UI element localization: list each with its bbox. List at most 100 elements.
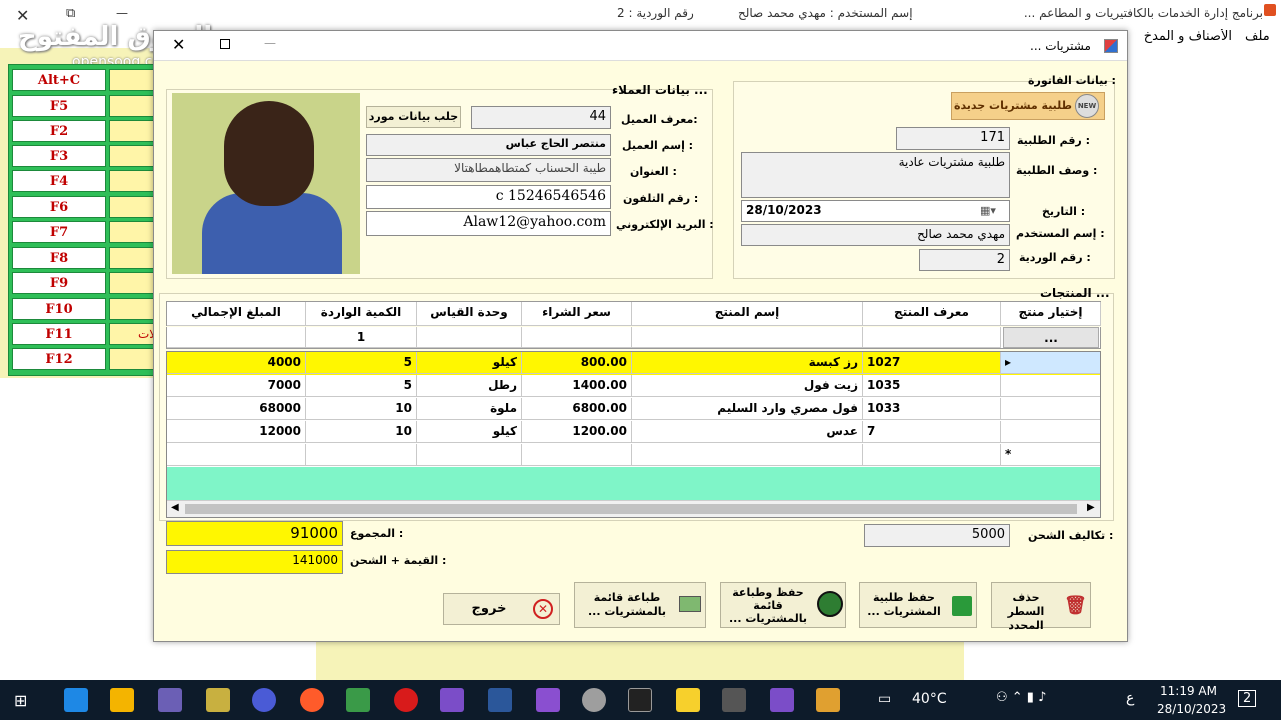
- table-row[interactable]: 7 عدس 1200.00 كيلو 10 12000: [167, 421, 1100, 444]
- windows-start-icon[interactable]: ⊞: [14, 691, 27, 710]
- fkey-f7[interactable]: F7: [12, 221, 106, 243]
- cell-unit[interactable]: ملوة: [417, 398, 522, 420]
- value-plus-shipping-field[interactable]: 141000: [166, 550, 343, 574]
- phone-field[interactable]: c 15246546546: [366, 185, 611, 209]
- table-new-row[interactable]: *: [167, 444, 1100, 467]
- save-order-button[interactable]: حفظ طلبية المشتريات ...: [859, 582, 977, 628]
- customer-name-field[interactable]: منتصر الحاج عباس: [366, 134, 611, 156]
- cell-qty[interactable]: 10: [306, 398, 417, 420]
- app-green-icon[interactable]: [346, 688, 370, 712]
- vs-icon[interactable]: [536, 688, 560, 712]
- vs-icon-2[interactable]: [770, 688, 794, 712]
- clock-date[interactable]: 28/10/2023: [1157, 702, 1226, 716]
- cell-total[interactable]: 4000: [167, 352, 306, 374]
- tool-icon[interactable]: [206, 688, 230, 712]
- sticky-notes-icon[interactable]: [676, 688, 700, 712]
- row-selector[interactable]: [1001, 375, 1100, 397]
- cell-price[interactable]: 1400.00: [522, 375, 632, 397]
- user-field[interactable]: مهدي محمد صالح: [741, 224, 1010, 246]
- browser-icon[interactable]: [300, 688, 324, 712]
- select-product-button[interactable]: ...: [1003, 327, 1099, 348]
- entry-qty-cell[interactable]: 1: [306, 327, 417, 348]
- fkey-f3[interactable]: F3: [12, 145, 106, 167]
- col-header-price[interactable]: سعر الشراء: [522, 302, 632, 326]
- row-selector-arrow-icon[interactable]: ▸: [1001, 352, 1100, 374]
- fkey-f2[interactable]: F2: [12, 120, 106, 142]
- cell-name[interactable]: رز كبسة: [632, 352, 863, 374]
- vs-purple-icon[interactable]: [440, 688, 464, 712]
- cell-total[interactable]: 12000: [167, 421, 306, 443]
- fkey-f9[interactable]: F9: [12, 272, 106, 294]
- calculator-icon[interactable]: [722, 688, 746, 712]
- cell-unit[interactable]: رطل: [417, 375, 522, 397]
- cell-id[interactable]: 1033: [863, 398, 1001, 420]
- cell-name[interactable]: فول مصري وارد السليم: [632, 398, 863, 420]
- col-header-qty[interactable]: الكمية الواردة: [306, 302, 417, 326]
- entry-cell[interactable]: [632, 327, 863, 348]
- scroll-left-icon[interactable]: ◀: [171, 502, 179, 513]
- close-icon[interactable]: ✕: [172, 35, 185, 54]
- new-row-cell[interactable]: [306, 444, 417, 466]
- clock-time[interactable]: 11:19 AM: [1160, 684, 1217, 698]
- cell-unit[interactable]: كيلو: [417, 421, 522, 443]
- cell-total[interactable]: 68000: [167, 398, 306, 420]
- exit-button[interactable]: خروج ✕: [443, 593, 560, 625]
- shipping-field[interactable]: 5000: [864, 524, 1010, 547]
- scrollbar-thumb[interactable]: [185, 504, 1077, 514]
- fkey-f5[interactable]: F5: [12, 95, 106, 117]
- entry-cell[interactable]: [522, 327, 632, 348]
- fetch-supplier-button[interactable]: جلب بيانات مورد: [366, 106, 461, 128]
- maximize-icon[interactable]: [220, 39, 230, 49]
- input-language[interactable]: ع: [1126, 690, 1134, 706]
- minimize-icon[interactable]: —: [264, 36, 276, 50]
- new-row-cell[interactable]: [167, 444, 306, 466]
- cell-price[interactable]: 1200.00: [522, 421, 632, 443]
- fkey-f11[interactable]: F11: [12, 323, 106, 345]
- disc-icon[interactable]: [582, 688, 606, 712]
- fkey-f8[interactable]: F8: [12, 247, 106, 269]
- col-header-unit[interactable]: وحدة القياس: [417, 302, 522, 326]
- table-row[interactable]: 1035 زيت فول 1400.00 رطل 5 7000: [167, 375, 1100, 398]
- menu-file[interactable]: ملف: [1245, 29, 1270, 44]
- table-row[interactable]: 1033 فول مصري وارد السليم 6800.00 ملوة 1…: [167, 398, 1100, 421]
- col-header-name[interactable]: إسم المنتج: [632, 302, 863, 326]
- cell-qty[interactable]: 5: [306, 352, 417, 374]
- cell-id[interactable]: 1035: [863, 375, 1001, 397]
- entry-cell[interactable]: [167, 327, 306, 348]
- order-no-field[interactable]: 171: [896, 127, 1010, 150]
- row-selector[interactable]: [1001, 398, 1100, 420]
- cell-id[interactable]: 7: [863, 421, 1001, 443]
- cell-qty[interactable]: 5: [306, 375, 417, 397]
- shift-field[interactable]: 2: [919, 249, 1010, 271]
- cell-total[interactable]: 7000: [167, 375, 306, 397]
- cell-id[interactable]: 1027: [863, 352, 1001, 374]
- cell-qty[interactable]: 10: [306, 421, 417, 443]
- calendar-dropdown-icon[interactable]: ▦▾: [980, 204, 996, 217]
- tray-icons[interactable]: ⚇ ⌃ ▮ ♪: [996, 690, 1046, 705]
- cell-unit[interactable]: كيلو: [417, 352, 522, 374]
- save-print-button[interactable]: حفظ وطباعة قائمة بالمشتريات ...: [720, 582, 846, 628]
- new-row-cell[interactable]: [417, 444, 522, 466]
- word-icon[interactable]: [488, 688, 512, 712]
- cell-price[interactable]: 800.00: [522, 352, 632, 374]
- fkey-f6[interactable]: F6: [12, 196, 106, 218]
- notification-count[interactable]: 2: [1238, 690, 1257, 707]
- delete-row-button[interactable]: حذف السطر المحدد 🗑: [991, 582, 1091, 632]
- order-desc-field[interactable]: طلبية مشتريات عادية: [741, 152, 1010, 198]
- email-field[interactable]: Alaw12@yahoo.com: [366, 211, 611, 236]
- horizontal-scrollbar[interactable]: ◀ ▶: [167, 500, 1100, 517]
- fkey-f12[interactable]: F12: [12, 348, 106, 370]
- sum-field[interactable]: 91000: [166, 521, 343, 546]
- active-app-icon[interactable]: [816, 688, 840, 712]
- bg-minimize-icon[interactable]: —: [116, 6, 128, 20]
- terminal-icon[interactable]: [628, 688, 652, 712]
- col-header-total[interactable]: المبلغ الإجمالي: [167, 302, 306, 326]
- menu-items[interactable]: الأصناف و المدخ: [1128, 29, 1232, 44]
- address-field[interactable]: طيبة الحسناب كمتطاهمطاهتالا: [366, 158, 611, 182]
- new-row-cell[interactable]: [632, 444, 863, 466]
- file-explorer-icon[interactable]: [110, 688, 134, 712]
- cell-name[interactable]: عدس: [632, 421, 863, 443]
- cell-price[interactable]: 6800.00: [522, 398, 632, 420]
- col-header-select[interactable]: إختيار منتج: [1001, 302, 1101, 326]
- new-row-cell[interactable]: [863, 444, 1001, 466]
